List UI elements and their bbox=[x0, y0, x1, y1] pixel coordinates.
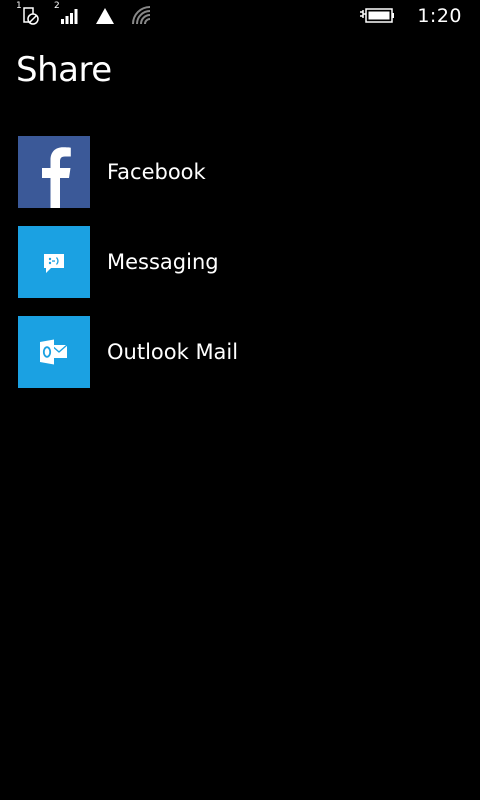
page-title: Share bbox=[16, 50, 112, 90]
facebook-icon bbox=[42, 147, 71, 208]
status-right-group: 1:20 bbox=[359, 4, 462, 28]
status-bar: 1 2 1:20 bbox=[0, 0, 480, 32]
sim2-signal-indicator: 2 bbox=[54, 1, 82, 28]
outlook-mail-icon bbox=[40, 339, 68, 365]
sim1-indicator: 1 bbox=[16, 1, 44, 28]
share-item-outlook-mail[interactable]: Outlook Mail bbox=[18, 316, 458, 388]
share-item-label-facebook: Facebook bbox=[107, 160, 206, 184]
sim2-number: 2 bbox=[54, 1, 60, 11]
share-item-label-messaging: Messaging bbox=[107, 250, 219, 274]
clock: 1:20 bbox=[417, 5, 462, 27]
no-sim-icon bbox=[23, 7, 39, 25]
signal-bars-icon bbox=[61, 9, 78, 24]
messaging-icon bbox=[44, 254, 64, 273]
sim1-number: 1 bbox=[16, 1, 22, 11]
status-left-group: 1 2 bbox=[16, 1, 166, 28]
data-triangle-icon bbox=[96, 8, 114, 24]
share-target-list: Facebook Messaging Outlook Mail bbox=[18, 136, 458, 406]
wifi-icon bbox=[132, 6, 151, 25]
messaging-tile bbox=[18, 226, 90, 298]
battery-charging-icon bbox=[360, 8, 395, 23]
outlook-mail-tile bbox=[18, 316, 90, 388]
data-indicator bbox=[94, 4, 118, 28]
facebook-tile bbox=[18, 136, 90, 208]
share-item-facebook[interactable]: Facebook bbox=[18, 136, 458, 208]
share-screen: 1 2 1:20 Share Facebook Messaging Outloo… bbox=[0, 0, 480, 800]
share-item-label-outlook-mail: Outlook Mail bbox=[107, 340, 239, 364]
share-item-messaging[interactable]: Messaging bbox=[18, 226, 458, 298]
wifi-indicator bbox=[130, 4, 154, 28]
